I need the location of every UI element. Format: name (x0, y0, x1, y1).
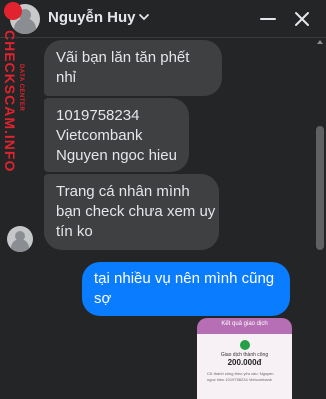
success-check-icon (240, 340, 250, 350)
watermark-sub-text: DATA CENTER (18, 64, 24, 112)
scroll-up-arrow-icon[interactable] (317, 40, 323, 44)
message-line: tại nhiều vụ nên mình cũng (94, 270, 275, 287)
watermark-main-text: CHECKSCAM.INFO (2, 30, 18, 173)
close-icon[interactable] (292, 9, 312, 29)
chat-header: Nguyễn Huy (0, 0, 326, 38)
receipt-amount: 200.000đ (227, 358, 262, 367)
message-line: Vãi bạn lăn tăn phết (56, 49, 190, 66)
transfer-receipt-image[interactable]: Kết quả giao dịch Giao dịch thành công 2… (197, 318, 292, 399)
minus-icon[interactable] (258, 9, 278, 29)
scrollbar-thumb[interactable] (316, 126, 324, 250)
message-line: Vietcombank (56, 127, 143, 144)
message-line: sợ (94, 290, 112, 307)
incoming-message[interactable]: Trang cá nhân mình bạn check chưa xem uy… (44, 174, 219, 250)
incoming-message[interactable]: Vãi bạn lăn tăn phết nhỉ (44, 40, 222, 96)
message-line: bạn check chưa xem uy (56, 203, 216, 220)
checkscam-logo-icon (4, 2, 22, 20)
checkscam-watermark: CHECKSCAM.INFO DATA CENTER (2, 2, 24, 172)
sender-avatar[interactable] (7, 226, 33, 252)
message-line: 1019758234 (56, 107, 140, 124)
incoming-message[interactable]: 1019758234 Vietcombank Nguyen ngoc hieu (44, 98, 189, 172)
message-line: Trang cá nhân mình (56, 183, 190, 200)
contact-name[interactable]: Nguyễn Huy (48, 9, 136, 26)
message-line: tín ko (56, 223, 93, 240)
message-line: Nguyen ngoc hieu (56, 147, 177, 164)
receipt-title: Kết quả giao dịch (221, 321, 268, 327)
chevron-down-icon[interactable] (137, 10, 151, 24)
chat-scrollbar[interactable] (314, 38, 326, 399)
receipt-detail: CK thành công theo yêu cầu: Nguyen ngoc … (207, 371, 274, 382)
message-line: nhỉ (56, 69, 77, 86)
outgoing-message[interactable]: tại nhiều vụ nên mình cũng sợ (82, 262, 290, 316)
